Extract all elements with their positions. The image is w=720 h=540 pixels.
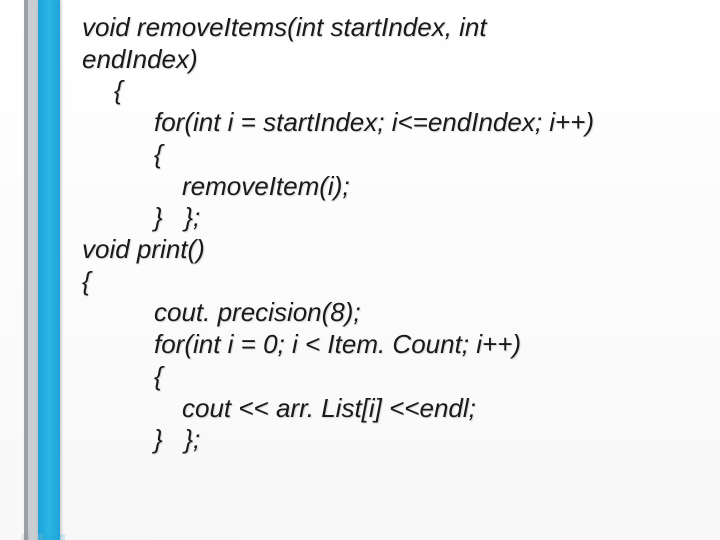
code-line: cout. precision(8); (82, 297, 700, 329)
code-line: void removeItems(int startIndex, int (82, 12, 700, 44)
code-line: removeItem(i); (82, 171, 700, 203)
code-line: for(int i = startIndex; i<=endIndex; i++… (82, 107, 700, 139)
code-line: } }; (82, 202, 700, 234)
code-line: endIndex) (82, 44, 700, 76)
code-line: { (82, 266, 700, 298)
code-line: { (82, 361, 700, 393)
accent-bar-grey-wide (28, 0, 38, 540)
accent-bar-blue (38, 0, 60, 540)
code-line: { (82, 75, 700, 107)
code-line: { (82, 139, 700, 171)
code-line: cout << arr. List[i] <<endl; (82, 393, 700, 425)
slide: void removeItems(int startIndex, int end… (0, 0, 720, 540)
left-accent-bars (24, 0, 64, 540)
bottom-accent-decoration (0, 534, 720, 540)
code-line: void print() (82, 234, 700, 266)
code-line: } }; (82, 424, 700, 456)
code-line: for(int i = 0; i < Item. Count; i++) (82, 329, 700, 361)
code-block: void removeItems(int startIndex, int end… (82, 12, 700, 456)
